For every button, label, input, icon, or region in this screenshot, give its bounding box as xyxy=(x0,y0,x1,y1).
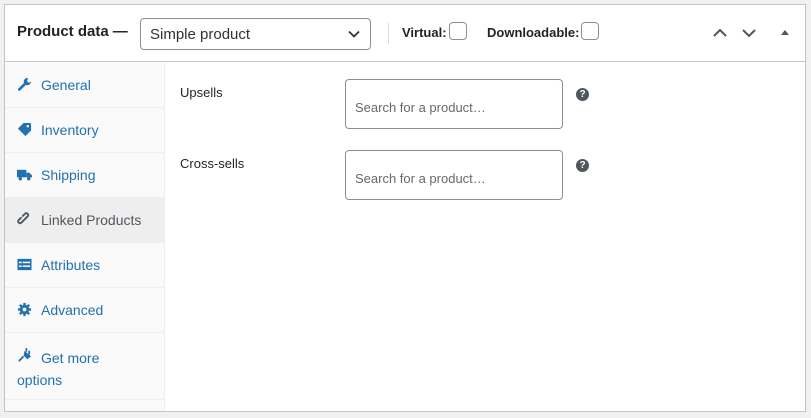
tab-get-more-options[interactable]: Get more options xyxy=(5,333,165,400)
cross-sells-search-input[interactable]: Search for a product… xyxy=(345,150,563,200)
chevron-up-icon[interactable] xyxy=(711,25,729,41)
tab-advanced[interactable]: Advanced xyxy=(5,288,165,333)
virtual-checkbox[interactable] xyxy=(449,22,467,40)
triangle-up-icon[interactable] xyxy=(776,25,794,41)
upsells-label: Upsells xyxy=(180,85,223,100)
chevron-down-icon[interactable] xyxy=(740,25,758,41)
cross-sells-label: Cross-sells xyxy=(180,156,245,171)
upsells-placeholder: Search for a product… xyxy=(355,100,486,115)
product-type-select[interactable]: Simple product xyxy=(140,18,371,50)
list-icon xyxy=(17,258,32,271)
cross-sells-placeholder: Search for a product… xyxy=(355,171,486,186)
gear-icon xyxy=(17,302,32,317)
tab-linked-products[interactable]: Linked Products xyxy=(5,198,165,243)
link-icon xyxy=(17,212,30,225)
tab-shipping[interactable]: Shipping xyxy=(5,153,165,198)
tag-icon xyxy=(17,122,32,137)
tab-general[interactable]: General xyxy=(5,63,165,108)
truck-icon xyxy=(17,169,32,181)
wrench-icon xyxy=(18,77,32,91)
upsells-help-icon[interactable]: ? xyxy=(576,88,589,101)
virtual-label: Virtual: xyxy=(402,25,447,40)
tab-attributes[interactable]: Attributes xyxy=(5,243,165,288)
downloadable-checkbox[interactable] xyxy=(581,22,599,40)
panel-title: Product data — xyxy=(17,23,128,40)
product-data-tabs: General Inventory Shipping Linked Produc… xyxy=(5,63,165,411)
downloadable-label: Downloadable: xyxy=(487,25,580,40)
upsells-search-input[interactable]: Search for a product… xyxy=(345,79,563,129)
tab-inventory[interactable]: Inventory xyxy=(5,108,165,153)
panel-header: Product data — Simple product Virtual: Do… xyxy=(5,5,805,62)
header-divider xyxy=(388,23,389,44)
cross-sells-help-icon[interactable]: ? xyxy=(576,159,589,172)
chevron-down-icon xyxy=(348,30,360,38)
product-type-value: Simple product xyxy=(150,26,251,43)
product-data-panel: Product data — Simple product Virtual: Do… xyxy=(4,4,806,412)
